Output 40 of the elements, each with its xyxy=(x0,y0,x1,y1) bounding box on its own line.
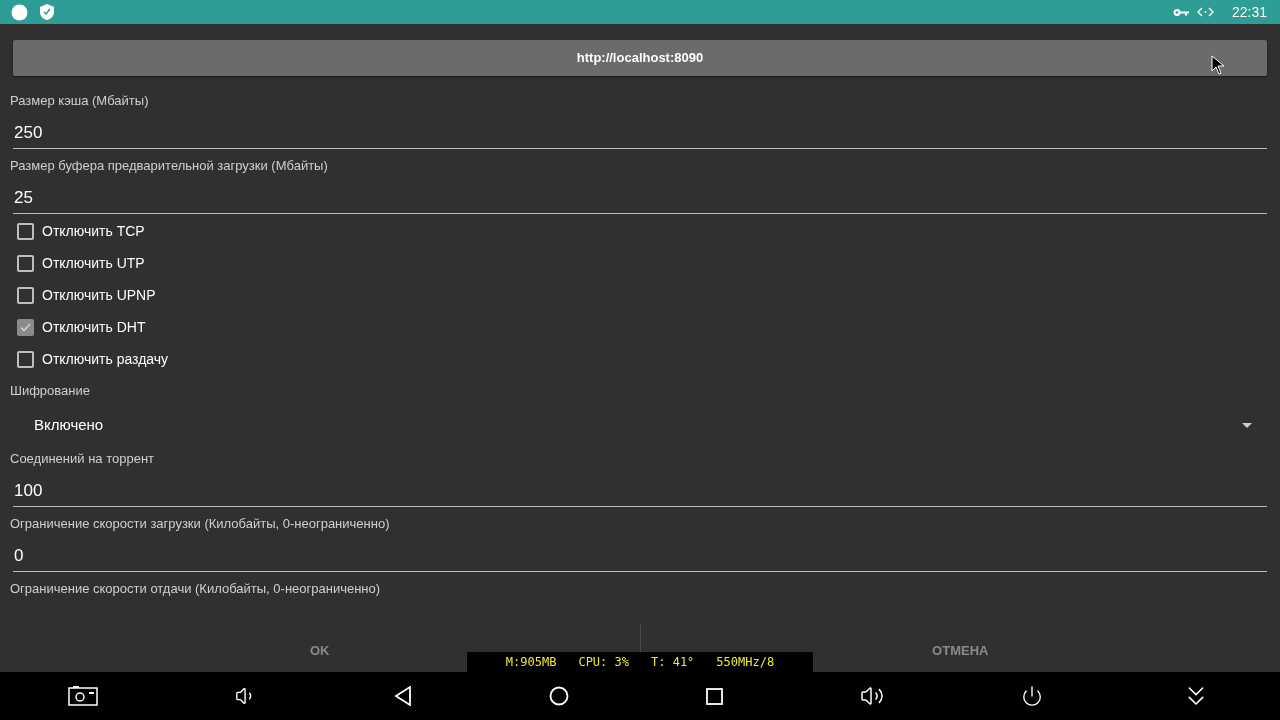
power-icon[interactable] xyxy=(1020,685,1043,707)
checkbox[interactable] xyxy=(17,318,34,336)
checkbox-label: Отключить раздачу xyxy=(42,349,169,369)
checkmark-icon xyxy=(20,322,31,332)
url-button[interactable]: http://localhost:8090 xyxy=(13,40,1267,76)
input-field[interactable]: 100 xyxy=(13,475,1267,507)
code-arrows-icon xyxy=(1196,7,1214,17)
checkbox-label: Отключить TCP xyxy=(42,221,145,241)
stat-text: 550MHz/8 xyxy=(716,654,775,671)
checkbox-label: Отключить DHT xyxy=(42,317,146,337)
field-label: Ограничение скорости загрузки (Килобайты, 0-неограниченно) xyxy=(10,515,390,534)
field-label: Соединений на торрент xyxy=(10,450,154,469)
dropdown-arrow-icon xyxy=(1242,422,1252,428)
shield-icon xyxy=(40,4,54,20)
field-label: Размер кэша (Мбайты) xyxy=(10,92,149,111)
field-label: Ограничение скорости отдачи (Килобайты, 0-неограниченно) xyxy=(10,580,381,599)
home-icon[interactable] xyxy=(549,686,570,706)
key-icon xyxy=(1172,7,1189,17)
circle-icon xyxy=(11,3,28,21)
back-icon[interactable] xyxy=(394,686,413,706)
checkbox-label: Отключить UPNP xyxy=(42,285,156,305)
stat-text: CPU: 3% xyxy=(578,654,629,671)
stat-text: T: 41° xyxy=(651,654,695,671)
input-field[interactable]: 250 xyxy=(13,117,1267,149)
mouse-cursor-icon xyxy=(1211,55,1225,76)
checkbox[interactable] xyxy=(17,286,34,304)
input-field[interactable]: 0 xyxy=(13,540,1267,572)
checkbox[interactable] xyxy=(17,254,34,272)
volume-up-icon[interactable] xyxy=(859,684,884,708)
checkbox[interactable] xyxy=(17,350,34,368)
field-label: Шифрование xyxy=(10,382,90,401)
recents-icon[interactable] xyxy=(705,687,723,705)
checkbox-label: Отключить UTP xyxy=(42,253,145,273)
checkbox[interactable] xyxy=(17,222,34,240)
screenshot-icon[interactable] xyxy=(68,686,99,706)
dropdown[interactable]: Включено xyxy=(0,407,1280,443)
clock: 22:31 xyxy=(1231,2,1267,22)
input-field[interactable]: 25 xyxy=(13,182,1267,214)
field-label: Размер буфера предварительной загрузки (Мбайты) xyxy=(10,157,328,176)
stat-text: M:905MB xyxy=(505,654,557,671)
